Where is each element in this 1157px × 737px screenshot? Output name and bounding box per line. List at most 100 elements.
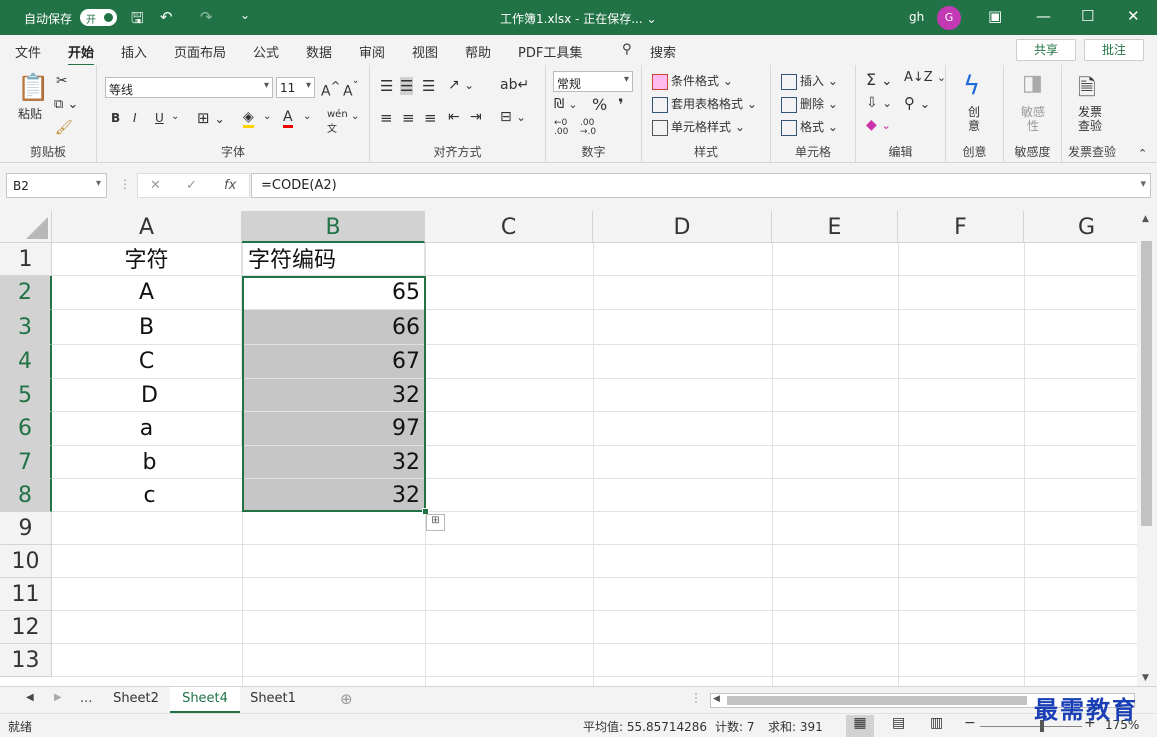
font-color-dropdown-icon[interactable]: ⌄ xyxy=(303,111,311,122)
sheet-tab-sheet4[interactable]: Sheet4 xyxy=(170,687,240,713)
vertical-scrollbar[interactable]: ▲ ▼ xyxy=(1137,211,1157,686)
tab-formulas[interactable]: 公式 xyxy=(253,42,279,61)
customize-qat-icon[interactable]: ⌄ xyxy=(240,8,250,22)
underline-button[interactable]: U xyxy=(155,111,164,125)
cell-a8[interactable]: c xyxy=(52,479,248,512)
cell-b7[interactable]: 32 xyxy=(242,446,425,479)
row-header-1[interactable]: 1 xyxy=(0,243,52,276)
decrease-decimal-icon[interactable]: .00 →.0 xyxy=(580,119,596,137)
cell-a4[interactable]: C xyxy=(52,345,242,379)
tab-view[interactable]: 视图 xyxy=(412,42,438,61)
bold-button[interactable]: B xyxy=(111,111,120,125)
row-header-8[interactable]: 8 xyxy=(0,479,52,512)
phonetic-icon[interactable]: wén 文 xyxy=(327,109,348,135)
close-icon[interactable]: ✕ xyxy=(1127,7,1140,25)
cell-a3[interactable]: B xyxy=(52,310,242,345)
normal-view-icon[interactable]: ▦ xyxy=(846,715,874,737)
increase-decimal-icon[interactable]: ←0.00 xyxy=(554,119,568,137)
row-header-5[interactable]: 5 xyxy=(0,379,52,412)
find-select-icon[interactable]: ⚲ ⌄ xyxy=(904,94,930,112)
minimize-icon[interactable]: — xyxy=(1036,7,1051,25)
border-icon[interactable]: ⊞ ⌄ xyxy=(197,109,225,127)
column-header-c[interactable]: C xyxy=(425,211,593,243)
cell-a2[interactable]: A xyxy=(52,276,242,310)
paste-button[interactable]: 粘贴 xyxy=(18,105,42,122)
cell-b5[interactable]: 32 xyxy=(242,379,425,412)
zoom-out-icon[interactable]: − xyxy=(964,715,976,731)
window-title[interactable]: 工作簿1.xlsx - 正在保存... ⌄ xyxy=(500,10,657,27)
font-size-select[interactable]: 11 xyxy=(276,77,315,98)
align-right-icon[interactable]: ≡ xyxy=(424,109,437,127)
fill-color-icon[interactable]: ◈ xyxy=(243,109,254,128)
search-icon[interactable]: ⚲ xyxy=(622,42,632,57)
tab-file[interactable]: 文件 xyxy=(15,42,41,61)
format-painter-icon[interactable]: 🖌 xyxy=(55,120,73,136)
align-center-icon[interactable]: ≡ xyxy=(402,109,415,127)
tab-review[interactable]: 审阅 xyxy=(359,42,385,61)
increase-indent-icon[interactable]: ⇥ xyxy=(470,109,482,125)
collapse-ribbon-icon[interactable]: ⌃ xyxy=(1138,147,1147,160)
fill-color-dropdown-icon[interactable]: ⌄ xyxy=(263,111,271,122)
scroll-left-icon[interactable]: ◀ xyxy=(713,694,720,704)
cell-b6[interactable]: 97 xyxy=(242,412,425,446)
page-layout-view-icon[interactable]: ▤ xyxy=(892,715,905,731)
comma-style-icon[interactable]: ❜ xyxy=(618,95,624,114)
add-sheet-icon[interactable]: ⊕ xyxy=(340,690,353,708)
tab-home[interactable]: 开始 xyxy=(68,42,95,66)
sort-filter-icon[interactable]: A↓Z ⌄ xyxy=(904,70,946,85)
column-header-e[interactable]: E xyxy=(772,211,898,243)
invoice-icon[interactable]: 🗎 xyxy=(1078,71,1096,109)
cell-b4[interactable]: 67 xyxy=(242,345,425,379)
name-box[interactable]: B2 xyxy=(6,173,107,198)
number-format-select[interactable]: 常规 xyxy=(553,71,633,92)
formula-input[interactable]: =CODE(A2) xyxy=(251,173,1151,198)
more-sheets-icon[interactable]: ... xyxy=(80,691,92,706)
wrap-text-icon[interactable]: ab↵ xyxy=(500,77,529,93)
format-cells-button[interactable]: 格式 ⌄ xyxy=(781,118,838,136)
zoom-slider[interactable] xyxy=(980,726,1082,727)
autosum-icon[interactable]: Σ ⌄ xyxy=(866,70,892,89)
scroll-up-icon[interactable]: ▲ xyxy=(1142,214,1149,224)
sensitivity-icon[interactable]: ◨ xyxy=(1022,71,1043,96)
tab-insert[interactable]: 插入 xyxy=(121,42,147,61)
quick-analysis-icon[interactable]: ⊞ xyxy=(426,514,445,531)
copy-icon[interactable]: ⧉ ⌄ xyxy=(54,97,78,112)
enter-icon[interactable]: ✓ xyxy=(186,178,197,193)
cell-a1[interactable]: 字符 xyxy=(52,243,242,276)
row-header-6[interactable]: 6 xyxy=(0,412,52,446)
column-header-g[interactable]: G xyxy=(1024,211,1150,243)
undo-icon[interactable]: ↶ xyxy=(160,8,173,26)
row-header-12[interactable]: 12 xyxy=(0,611,52,644)
cell-b3[interactable]: 66 xyxy=(242,310,425,345)
font-color-icon[interactable]: A xyxy=(283,109,293,128)
grow-font-icon[interactable]: A^ xyxy=(321,79,340,100)
insert-cells-button[interactable]: 插入 ⌄ xyxy=(781,72,838,90)
tab-splitter-icon[interactable]: ⋮ xyxy=(690,691,702,705)
comment-button[interactable]: 批注 xyxy=(1084,39,1144,61)
delete-cells-button[interactable]: 删除 ⌄ xyxy=(781,95,838,113)
scroll-thumb[interactable] xyxy=(1141,241,1152,526)
row-header-10[interactable]: 10 xyxy=(0,545,52,578)
save-icon[interactable]: 🖫 xyxy=(131,8,144,33)
select-all-corner[interactable] xyxy=(0,211,52,243)
cell-a5[interactable]: D xyxy=(52,379,248,412)
maximize-icon[interactable]: ☐ xyxy=(1081,7,1094,25)
hscroll-thumb[interactable] xyxy=(727,696,1027,705)
italic-button[interactable]: I xyxy=(133,111,137,125)
cell-b1[interactable]: 字符编码 xyxy=(242,243,425,276)
row-header-11[interactable]: 11 xyxy=(0,578,52,611)
lightning-icon[interactable]: ϟ xyxy=(963,71,980,101)
cut-icon[interactable]: ✂ xyxy=(56,73,68,89)
share-button[interactable]: 共享 xyxy=(1016,39,1076,61)
cell-b8[interactable]: 32 xyxy=(242,479,425,512)
format-as-table-button[interactable]: 套用表格格式 ⌄ xyxy=(652,95,757,113)
accounting-format-icon[interactable]: ₪ ⌄ xyxy=(554,97,577,112)
tab-page-layout[interactable]: 页面布局 xyxy=(174,42,226,61)
ribbon-display-icon[interactable]: ▣ xyxy=(988,7,1002,25)
column-header-b[interactable]: B xyxy=(242,211,425,243)
bottom-align-icon[interactable]: ☰ xyxy=(422,77,435,95)
cell-a6[interactable]: a xyxy=(52,412,242,446)
percent-icon[interactable]: % xyxy=(592,95,607,114)
column-header-d[interactable]: D xyxy=(593,211,772,243)
column-header-f[interactable]: F xyxy=(898,211,1024,243)
